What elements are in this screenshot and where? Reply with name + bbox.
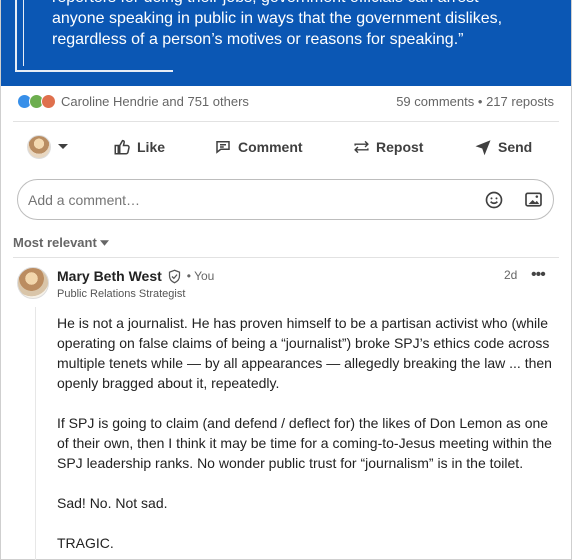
comment-author-avatar[interactable] [17,267,49,299]
actions-divider [13,121,559,122]
love-reaction-icon [41,94,56,109]
comment-input[interactable] [28,190,448,210]
reaction-icons[interactable] [17,94,59,110]
quote-line: regardless of a person’s motives or reas… [52,31,464,48]
quote-frame-inner-line [23,0,24,66]
comment-divider [13,257,559,258]
send-label: Send [498,139,533,155]
comment-icon [216,141,230,154]
comment-author-title: Public Relations Strategist [57,288,186,300]
send-icon [475,140,491,156]
comment-thread-line [35,307,36,560]
comment-body: He is not a journalist. He has proven hi… [57,313,557,560]
like-button[interactable]: Like [113,131,165,163]
current-user-avatar [27,135,51,159]
comment-paragraph: TRAGIC. [57,535,114,551]
quote-image-banner: reporters for doing their jobs, governme… [1,0,571,86]
repost-icon [354,140,369,154]
repost-button[interactable]: Repost [353,131,423,163]
quote-frame-horizontal-line [15,70,173,72]
comment-timestamp: 2d [504,268,518,282]
reaction-actor-switch[interactable] [27,131,69,163]
chevron-down-icon [58,144,68,149]
verified-shield-icon [168,269,180,283]
comment-label: Comment [238,139,303,155]
comment-count[interactable]: 59 comments [396,94,474,109]
quote-line: reporters for doing their jobs, governme… [52,0,552,8]
post-actions: Like Comment Repost Send [0,131,572,163]
like-label: Like [137,139,166,155]
image-icon[interactable] [523,190,544,210]
comment-paragraph: Sad! No. Not sad. [57,495,168,511]
sort-label: Most relevant [13,235,97,250]
repost-count[interactable]: 217 reposts [486,94,554,109]
quote-text: reporters for doing their jobs, governme… [52,0,552,50]
chevron-down-icon [99,239,109,246]
emoji-icon[interactable] [484,190,504,210]
reaction-names[interactable]: Caroline Hendrie and 751 others [61,94,249,109]
comment-author-line: Mary Beth West • You [57,268,214,284]
comment-composer[interactable] [17,179,554,220]
send-button[interactable]: Send [474,131,532,163]
more-options-icon[interactable]: ••• [531,266,546,284]
comment-author-meta: • You [186,269,215,283]
comment-button[interactable]: Comment [214,131,303,163]
comment-author-name[interactable]: Mary Beth West [57,268,162,284]
comment-paragraph: He is not a journalist. He has proven hi… [57,315,552,391]
comment-sort-dropdown[interactable]: Most relevant [13,235,109,250]
quote-line: anyone speaking in public in ways that t… [52,10,503,27]
thumbs-up-icon [114,139,130,155]
post-social-counts: Caroline Hendrie and 751 others 59 comme… [17,93,557,111]
stat-separator: • [477,94,483,109]
quote-frame-vertical-line [15,0,17,72]
post-stats[interactable]: 59 comments • 217 reposts [396,94,554,109]
repost-label: Repost [376,139,424,155]
comment-paragraph: If SPJ is going to claim (and defend / d… [57,415,552,471]
